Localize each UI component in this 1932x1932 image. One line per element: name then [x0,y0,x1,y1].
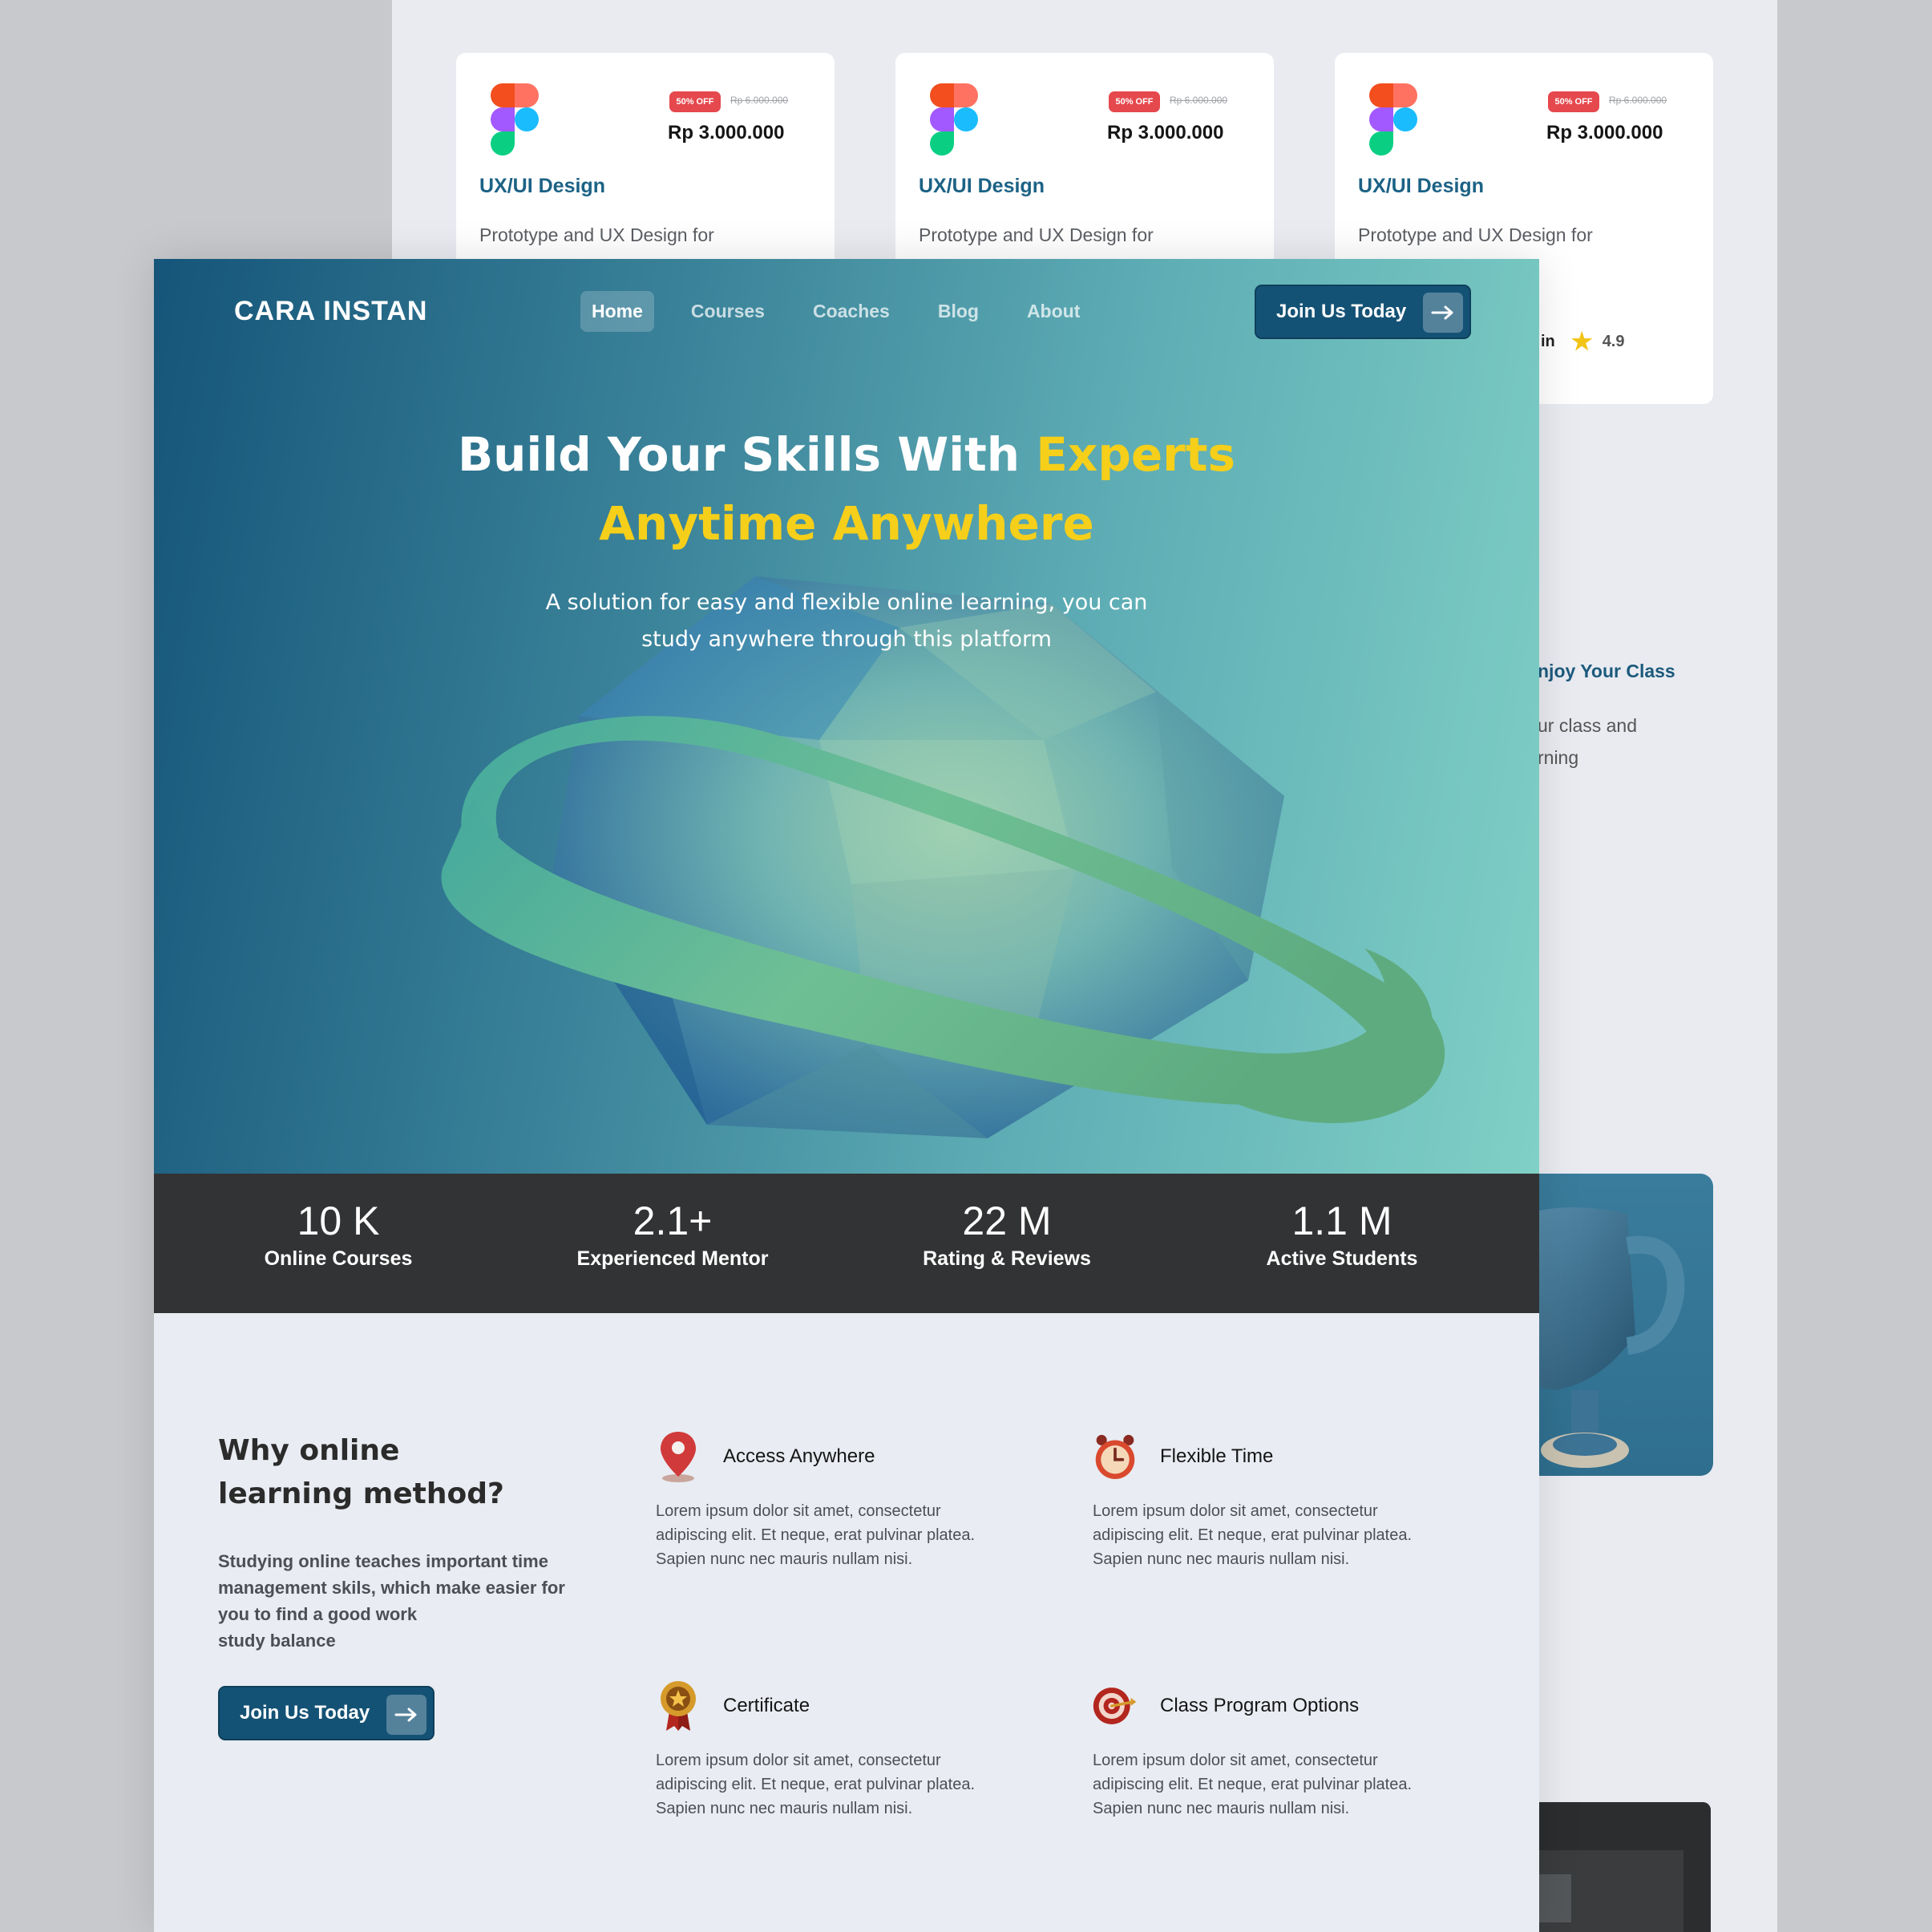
enjoy-class-text: ur class and [1538,715,1638,736]
feature-flexible-time: Flexible Time Lorem ipsum dolor sit amet… [1093,1429,1469,1571]
stat-value: 22 M [962,1198,1052,1243]
arrow-right-icon [386,1695,426,1735]
alarm-clock-icon [1093,1429,1138,1485]
stat-label: Rating & Reviews [923,1247,1091,1270]
feature-access-anywhere: Access Anywhere Lorem ipsum dolor sit am… [656,1429,1033,1571]
old-price: Rp 6.000.000 [730,95,789,106]
feature-text-line: Lorem ipsum dolor sit amet, consectetur [1093,1752,1378,1769]
stat-experienced-mentor: 2.1+ Experienced Mentor [512,1174,833,1271]
feature-text-line: adipiscing elit. Et neque, erat pulvinar… [1093,1776,1413,1793]
nav-coaches[interactable]: Coaches [802,291,901,332]
location-pin-icon [656,1429,701,1485]
price: Rp 3.000.000 [668,122,785,143]
join-us-label: Join Us Today [240,1702,370,1724]
nav-courses[interactable]: Courses [680,291,776,332]
feature-text-line: Lorem ipsum dolor sit amet, consectetur [656,1502,941,1520]
discount-badge: 50% OFF [1109,91,1160,112]
hero-subtitle: A solution for easy and flexible online … [545,590,1148,615]
medal-icon [656,1678,701,1734]
hero-subtitle: study anywhere through this platform [641,627,1052,652]
hero-title: Build Your Skills With Experts [154,427,1539,482]
feature-text-line: adipiscing elit. Et neque, erat pulvinar… [656,1526,976,1544]
hero-title-highlight: Experts [1036,427,1236,482]
course-description: Prototype and UX Design for [479,224,714,245]
feature-text-line: Sapien nunc nec mauris nullam nisi. [656,1550,913,1568]
stat-value: 10 K [297,1198,380,1243]
hero-section: CARA INSTAN Home Courses Coaches Blog Ab… [154,259,1539,1174]
figma-logo-icon [929,83,979,156]
why-description: Studying online teaches important time m… [218,1548,595,1654]
feature-text-line: Lorem ipsum dolor sit amet, consectetur [656,1752,941,1769]
course-title[interactable]: UX/UI Design [1358,175,1484,198]
feature-text-line: adipiscing elit. Et neque, erat pulvinar… [656,1776,976,1793]
landing-page: CARA INSTAN Home Courses Coaches Blog Ab… [154,259,1539,1932]
enjoy-class-text: rning [1538,747,1579,768]
feature-text-line: Sapien nunc nec mauris nullam nisi. [1093,1550,1350,1568]
feature-class-program-options: Class Program Options Lorem ipsum dolor … [1093,1678,1469,1821]
price: Rp 3.000.000 [1546,122,1663,143]
stat-value: 2.1+ [633,1198,713,1243]
stat-label: Experienced Mentor [576,1247,769,1270]
nav-home[interactable]: Home [580,291,654,332]
feature-title: Access Anywhere [723,1445,875,1467]
feature-text: Lorem ipsum dolor sit amet, consectetur … [1093,1499,1469,1571]
feature-text-line: Sapien nunc nec mauris nullam nisi. [1093,1800,1350,1817]
course-description: Prototype and UX Design for [1358,224,1593,245]
join-us-button[interactable]: Join Us Today [218,1686,434,1740]
feature-text: Lorem ipsum dolor sit amet, consectetur … [656,1499,1033,1571]
main-nav: Home Courses Coaches Blog About [580,291,1117,332]
course-title[interactable]: UX/UI Design [919,175,1045,198]
stat-active-students: 1.1 M Active Students [1182,1174,1502,1271]
join-us-button[interactable]: Join Us Today [1255,285,1471,339]
feature-title: Class Program Options [1160,1695,1360,1716]
stat-label: Active Students [1266,1247,1418,1270]
hero-title-line2: Anytime Anywhere [154,496,1539,551]
hero-title-white: Build Your Skills With [457,427,1037,482]
figma-logo-icon [490,83,540,156]
target-icon [1093,1678,1138,1734]
discount-badge: 50% OFF [1548,91,1599,112]
feature-title: Flexible Time [1160,1445,1274,1467]
stat-online-courses: 10 K Online Courses [178,1174,499,1271]
figma-logo-icon [1368,83,1418,156]
course-title[interactable]: UX/UI Design [479,175,605,198]
why-desc-line: management skils, which make easier for [218,1578,565,1598]
rating-value: 4.9 [1602,333,1625,350]
stat-rating-reviews: 22 M Rating & Reviews [847,1174,1167,1271]
course-rating: in ★ 4.9 [1541,328,1625,356]
feature-title: Certificate [723,1695,810,1716]
old-price: Rp 6.000.000 [1609,95,1667,106]
stat-value: 1.1 M [1291,1198,1392,1243]
stats-bar: 10 K Online Courses 2.1+ Experienced Men… [154,1174,1539,1313]
stat-label: Online Courses [264,1247,413,1270]
why-desc-line: study balance [218,1631,336,1651]
join-us-label: Join Us Today [1276,301,1407,322]
course-description: Prototype and UX Design for [919,224,1154,245]
why-desc-line: you to find a good work [218,1604,418,1624]
why-title-line2: learning method? [218,1477,504,1510]
feature-certificate: Certificate Lorem ipsum dolor sit amet, … [656,1678,1033,1821]
old-price: Rp 6.000.000 [1170,95,1228,106]
price: Rp 3.000.000 [1107,122,1224,143]
feature-text: Lorem ipsum dolor sit amet, consectetur … [656,1748,1033,1821]
enjoy-class-title: njoy Your Class [1538,661,1675,681]
feature-text-line: Sapien nunc nec mauris nullam nisi. [656,1800,913,1817]
why-desc-line: Studying online teaches important time [218,1551,548,1571]
rating-prefix: in [1541,333,1555,350]
why-title: Why online learning method? [218,1429,504,1516]
brand-logo[interactable]: CARA INSTAN [234,296,427,327]
nav-about[interactable]: About [1016,291,1091,332]
why-title-line1: Why online [218,1434,400,1467]
arrow-right-icon [1423,293,1463,333]
discount-badge: 50% OFF [669,91,721,112]
feature-text: Lorem ipsum dolor sit amet, consectetur … [1093,1748,1469,1821]
feature-text-line: Lorem ipsum dolor sit amet, consectetur [1093,1502,1378,1520]
feature-text-line: adipiscing elit. Et neque, erat pulvinar… [1093,1526,1413,1544]
star-icon: ★ [1570,329,1593,355]
nav-blog[interactable]: Blog [927,291,990,332]
hero-title-line2-text: Anytime Anywhere [599,496,1094,551]
